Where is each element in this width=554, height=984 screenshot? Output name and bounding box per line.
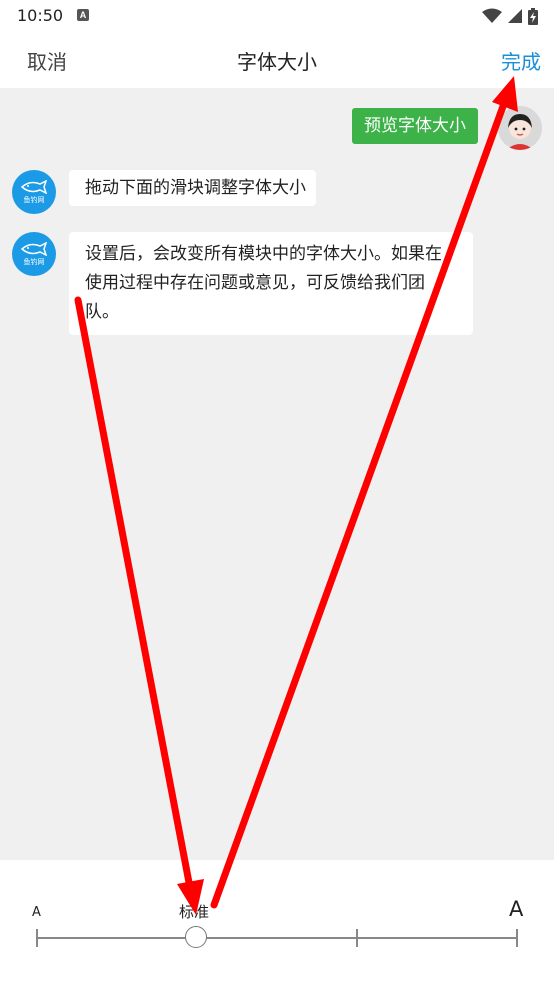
- status-icons: [482, 7, 538, 25]
- bot-avatar: 鱼钓网: [12, 170, 56, 214]
- user-avatar: [498, 106, 542, 150]
- slider-tick[interactable]: [36, 929, 38, 947]
- signal-icon: [508, 9, 522, 23]
- bot-message-bubble: 拖动下面的滑块调整字体大小: [69, 170, 316, 206]
- bot-message-bubble: 设置后，会改变所有模块中的字体大小。如果在使用过程中存在问题或意见，可反馈给我们…: [69, 232, 473, 335]
- slider-tick[interactable]: [516, 929, 518, 947]
- font-standard-label: 标准: [179, 903, 210, 921]
- bot-avatar-label: 鱼钓网: [23, 257, 45, 266]
- bot-avatar: 鱼钓网: [12, 232, 56, 276]
- font-size-slider-track[interactable]: [36, 937, 518, 939]
- user-message-bubble: 预览字体大小: [352, 108, 478, 144]
- done-button[interactable]: 完成: [501, 46, 541, 75]
- user-avatar-icon: [498, 106, 542, 150]
- fish-logo-icon: [20, 241, 48, 256]
- fish-logo-icon: [20, 179, 48, 194]
- font-size-panel: [0, 860, 554, 984]
- page-title: 字体大小: [237, 50, 317, 74]
- status-bar: 10:50 A: [0, 0, 554, 32]
- app-bar: 取消 字体大小 完成: [0, 32, 554, 88]
- font-large-label: A: [509, 897, 524, 921]
- font-size-slider-thumb[interactable]: [185, 926, 207, 948]
- accessibility-icon: A: [77, 9, 89, 21]
- wifi-icon: [482, 8, 502, 23]
- battery-icon: [528, 7, 538, 25]
- bot-avatar-label: 鱼钓网: [23, 195, 45, 204]
- status-time: 10:50: [17, 6, 64, 25]
- slider-tick[interactable]: [356, 929, 358, 947]
- font-small-label: A: [32, 905, 41, 920]
